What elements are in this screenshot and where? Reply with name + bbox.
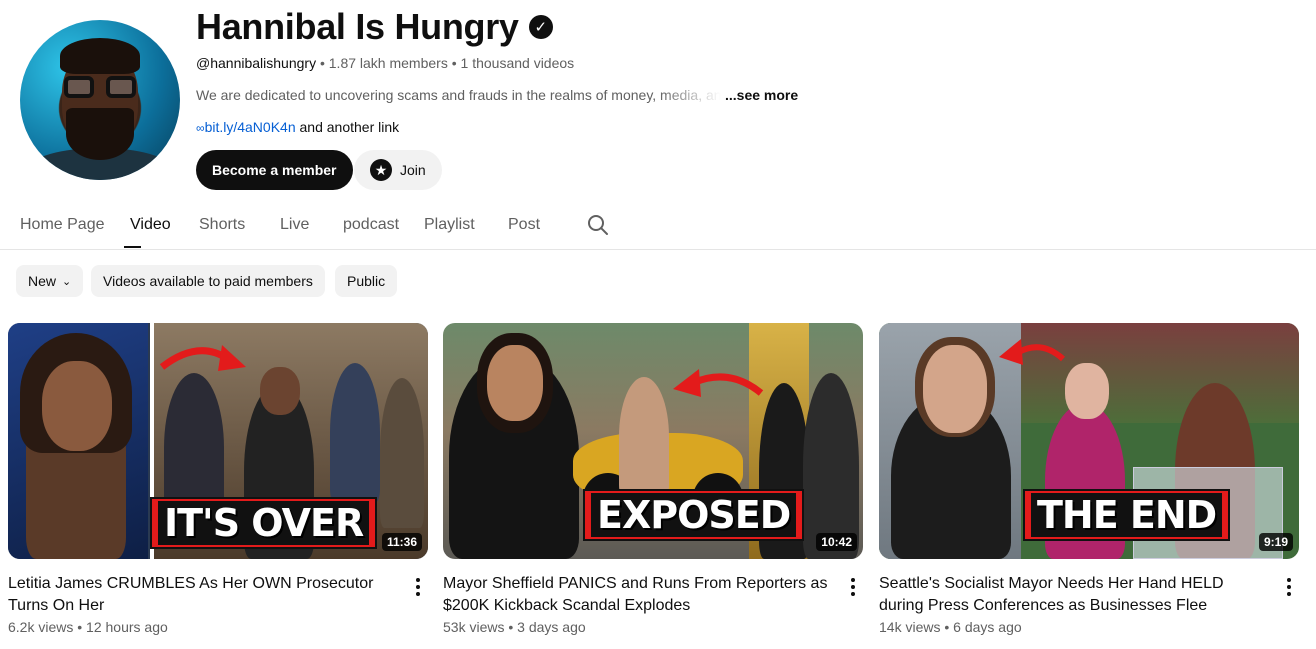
join-label: Join bbox=[400, 162, 426, 178]
other-links[interactable]: and another link bbox=[300, 119, 400, 135]
tab-home-page[interactable]: Home Page bbox=[20, 216, 105, 234]
thumbnail-overlay-text: EXPOSED bbox=[583, 489, 805, 541]
avatar-hair bbox=[60, 38, 140, 74]
meta-separator: • bbox=[319, 55, 325, 71]
more-options-icon[interactable] bbox=[408, 575, 428, 599]
video-meta: 14k views • 6 days ago bbox=[879, 619, 1022, 635]
avatar-glasses-left bbox=[64, 76, 94, 98]
search-icon[interactable] bbox=[586, 213, 610, 237]
member-count: 1.87 lakh members bbox=[328, 55, 448, 71]
thumb-face bbox=[260, 367, 300, 415]
video-card[interactable]: THE END 9:19 Seattle's Socialist Mayor N… bbox=[879, 323, 1299, 635]
sort-label: New bbox=[28, 273, 57, 289]
channel-avatar[interactable] bbox=[20, 20, 180, 180]
tab-podcast[interactable]: podcast bbox=[343, 216, 399, 234]
thumb-person bbox=[803, 373, 859, 559]
channel-links: ∞bit.ly/4aN0K4n and another link bbox=[196, 119, 399, 135]
channel-meta: @hannibalishungry • 1.87 lakh members • … bbox=[196, 55, 574, 71]
video-meta: 6.2k views • 12 hours ago bbox=[8, 619, 168, 635]
see-more-link[interactable]: ...see more bbox=[725, 87, 798, 103]
video-card[interactable]: IT'S OVER 11:36 Letitia James CRUMBLES A… bbox=[8, 323, 428, 635]
tab-post[interactable]: Post bbox=[508, 216, 540, 234]
thumbnail-overlay-text: IT'S OVER bbox=[150, 497, 378, 549]
avatar-beard bbox=[66, 108, 134, 160]
red-arrow-icon bbox=[159, 345, 246, 371]
video-count: 1 thousand videos bbox=[460, 55, 575, 71]
channel-name: Hannibal Is Hungry bbox=[196, 6, 519, 47]
tab-playlist[interactable]: Playlist bbox=[424, 216, 475, 234]
video-duration: 11:36 bbox=[381, 533, 422, 551]
link-chain-icon: ∞ bbox=[196, 121, 205, 135]
thumb-person bbox=[619, 377, 669, 497]
thumb-person bbox=[380, 378, 424, 528]
upload-age: 6 days ago bbox=[953, 619, 1022, 635]
meta-separator: • bbox=[451, 55, 457, 71]
more-options-icon[interactable] bbox=[1279, 575, 1299, 599]
paid-members-chip[interactable]: Videos available to paid members bbox=[91, 265, 325, 297]
video-duration: 10:42 bbox=[816, 533, 857, 551]
verified-check-icon: ✓ bbox=[528, 15, 553, 39]
chevron-down-icon: ⌄ bbox=[62, 275, 72, 288]
red-arrow-icon bbox=[673, 369, 764, 397]
active-tab-indicator bbox=[124, 246, 141, 248]
thumb-face bbox=[1065, 363, 1109, 419]
tab-video[interactable]: Video bbox=[130, 216, 171, 234]
become-member-button[interactable]: Become a member bbox=[196, 150, 353, 190]
channel-tabs: Home Page Video Shorts Live podcast Play… bbox=[0, 200, 1316, 250]
thumb-face bbox=[42, 361, 112, 451]
video-title[interactable]: Seattle's Socialist Mayor Needs Her Hand… bbox=[879, 573, 1269, 617]
avatar-glasses-right bbox=[106, 76, 136, 98]
upload-age: 3 days ago bbox=[517, 619, 586, 635]
video-thumbnail[interactable]: THE END 9:19 bbox=[879, 323, 1299, 559]
channel-link[interactable]: bit.ly/4aN0K4n bbox=[205, 119, 296, 135]
thumb-face bbox=[487, 345, 543, 421]
join-button[interactable]: ★ Join bbox=[354, 150, 442, 190]
video-thumbnail[interactable]: EXPOSED 10:42 bbox=[443, 323, 863, 559]
thumb-person bbox=[330, 363, 380, 503]
tab-live[interactable]: Live bbox=[280, 216, 309, 234]
thumb-face bbox=[923, 345, 987, 433]
view-count: 14k views bbox=[879, 619, 941, 635]
more-options-icon[interactable] bbox=[843, 575, 863, 599]
video-duration: 9:19 bbox=[1258, 533, 1293, 551]
video-title[interactable]: Letitia James CRUMBLES As Her OWN Prosec… bbox=[8, 573, 398, 617]
video-title[interactable]: Mayor Sheffield PANICS and Runs From Rep… bbox=[443, 573, 833, 617]
description-text: We are dedicated to uncovering scams and… bbox=[196, 87, 721, 103]
upload-age: 12 hours ago bbox=[86, 619, 168, 635]
star-icon: ★ bbox=[370, 159, 392, 181]
red-arrow-icon bbox=[999, 339, 1066, 365]
meta-separator: • bbox=[944, 619, 950, 635]
meta-separator: • bbox=[508, 619, 514, 635]
meta-separator: • bbox=[77, 619, 83, 635]
video-card[interactable]: EXPOSED 10:42 Mayor Sheffield PANICS and… bbox=[443, 323, 863, 635]
tab-shorts[interactable]: Shorts bbox=[199, 216, 245, 234]
channel-description[interactable]: We are dedicated to uncovering scams and… bbox=[196, 87, 798, 103]
sort-chip[interactable]: New ⌄ bbox=[16, 265, 84, 297]
video-meta: 53k views • 3 days ago bbox=[443, 619, 586, 635]
channel-title-row: Hannibal Is Hungry ✓ bbox=[196, 6, 553, 48]
view-count: 53k views bbox=[443, 619, 505, 635]
view-count: 6.2k views bbox=[8, 619, 74, 635]
public-chip[interactable]: Public bbox=[335, 265, 398, 297]
video-thumbnail[interactable]: IT'S OVER 11:36 bbox=[8, 323, 428, 559]
thumbnail-overlay-text: THE END bbox=[1023, 489, 1231, 541]
channel-handle: @hannibalishungry bbox=[196, 55, 317, 71]
